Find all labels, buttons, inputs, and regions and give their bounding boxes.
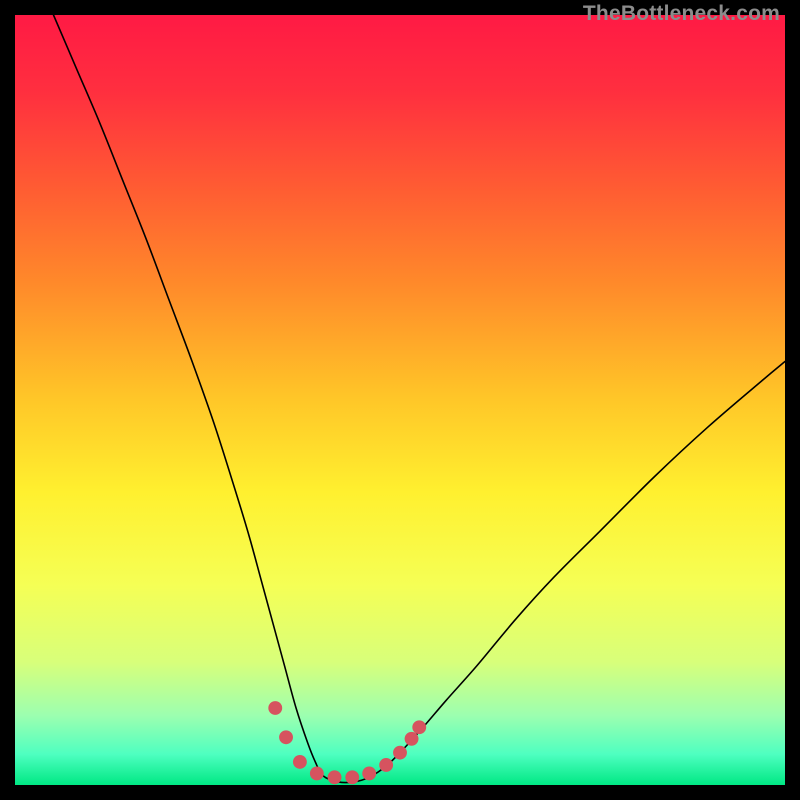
chart-svg	[15, 15, 785, 785]
chart-frame	[15, 15, 785, 785]
chart-background	[15, 15, 785, 785]
curve-marker	[293, 755, 307, 769]
curve-marker	[268, 701, 282, 715]
curve-marker	[279, 730, 293, 744]
curve-marker	[393, 746, 407, 760]
curve-marker	[310, 767, 324, 781]
curve-marker	[345, 770, 359, 784]
curve-marker	[412, 720, 426, 734]
curve-marker	[379, 758, 393, 772]
curve-marker	[405, 732, 419, 746]
curve-marker	[362, 767, 376, 781]
curve-marker	[328, 770, 342, 784]
watermark-text: TheBottleneck.com	[583, 2, 780, 26]
